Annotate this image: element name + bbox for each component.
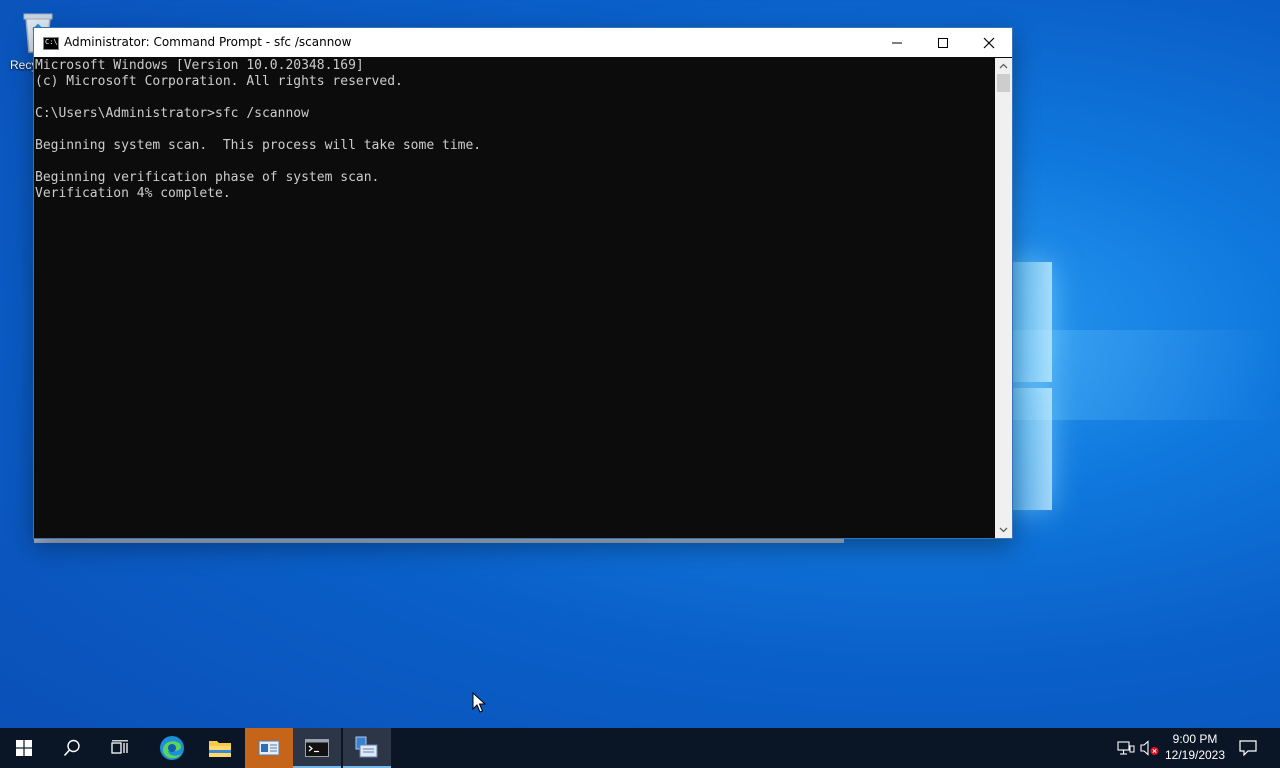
chevron-down-icon bbox=[999, 527, 1008, 533]
console-line: Verification 4% complete. bbox=[35, 186, 231, 201]
server-manager-icon bbox=[258, 740, 280, 756]
cmd-icon bbox=[305, 739, 329, 757]
server-manager-button[interactable] bbox=[245, 728, 293, 768]
command-prompt-button[interactable] bbox=[293, 728, 341, 768]
volume-muted-icon bbox=[1140, 740, 1159, 756]
chevron-up-icon bbox=[999, 63, 1008, 69]
mouse-cursor-icon bbox=[472, 692, 486, 713]
search-icon bbox=[63, 739, 80, 757]
clock-time: 9:00 PM bbox=[1172, 732, 1218, 746]
notifications-icon bbox=[1239, 740, 1257, 756]
network-icon bbox=[1117, 741, 1135, 755]
scroll-up-button[interactable] bbox=[995, 58, 1012, 74]
edge-button[interactable] bbox=[148, 728, 196, 768]
close-button[interactable] bbox=[966, 28, 1012, 57]
console-output[interactable]: Microsoft Windows [Version 10.0.20348.16… bbox=[35, 58, 995, 538]
console-line: Beginning verification phase of system s… bbox=[35, 170, 380, 185]
scrollbar-thumb[interactable] bbox=[997, 74, 1010, 92]
maximize-button[interactable] bbox=[920, 28, 966, 57]
search-button[interactable] bbox=[48, 728, 96, 768]
taskbar-clock[interactable]: 9:00 PM 12/19/2023 bbox=[1158, 731, 1232, 763]
minimize-icon bbox=[892, 42, 902, 43]
window-titlebar[interactable]: C:\ Administrator: Command Prompt - sfc … bbox=[34, 28, 1012, 57]
remote-desktop-button[interactable] bbox=[343, 728, 391, 768]
console-line: Microsoft Windows [Version 10.0.20348.16… bbox=[35, 58, 364, 73]
start-button[interactable] bbox=[0, 728, 48, 768]
command-prompt-window[interactable]: C:\ Administrator: Command Prompt - sfc … bbox=[33, 27, 1013, 539]
taskbar: 9:00 PM 12/19/2023 bbox=[0, 728, 1280, 768]
clock-date: 12/19/2023 bbox=[1164, 748, 1226, 762]
console-line: C:\Users\Administrator>sfc /scannow bbox=[35, 106, 309, 121]
network-tray-button[interactable] bbox=[1116, 728, 1136, 768]
maximize-icon bbox=[938, 37, 948, 48]
vertical-scrollbar[interactable] bbox=[995, 58, 1012, 538]
notifications-button[interactable] bbox=[1234, 728, 1262, 768]
cmd-app-icon: C:\ bbox=[43, 37, 59, 50]
volume-tray-button[interactable] bbox=[1140, 728, 1160, 768]
file-explorer-button[interactable] bbox=[196, 728, 244, 768]
window-title: Administrator: Command Prompt - sfc /sca… bbox=[64, 35, 352, 49]
console-line: Beginning system scan. This process will… bbox=[35, 138, 482, 153]
task-view-button[interactable] bbox=[96, 728, 144, 768]
folder-icon bbox=[209, 741, 231, 757]
close-icon bbox=[983, 37, 995, 48]
wallpaper-windows-logo bbox=[1008, 258, 1056, 514]
network-app-icon bbox=[355, 736, 378, 758]
task-view-icon bbox=[111, 740, 128, 754]
edge-icon bbox=[160, 736, 184, 760]
console-line: (c) Microsoft Corporation. All rights re… bbox=[35, 74, 403, 89]
scroll-down-button[interactable] bbox=[995, 522, 1012, 538]
minimize-button[interactable] bbox=[874, 28, 920, 57]
windows-start-icon bbox=[16, 740, 32, 756]
